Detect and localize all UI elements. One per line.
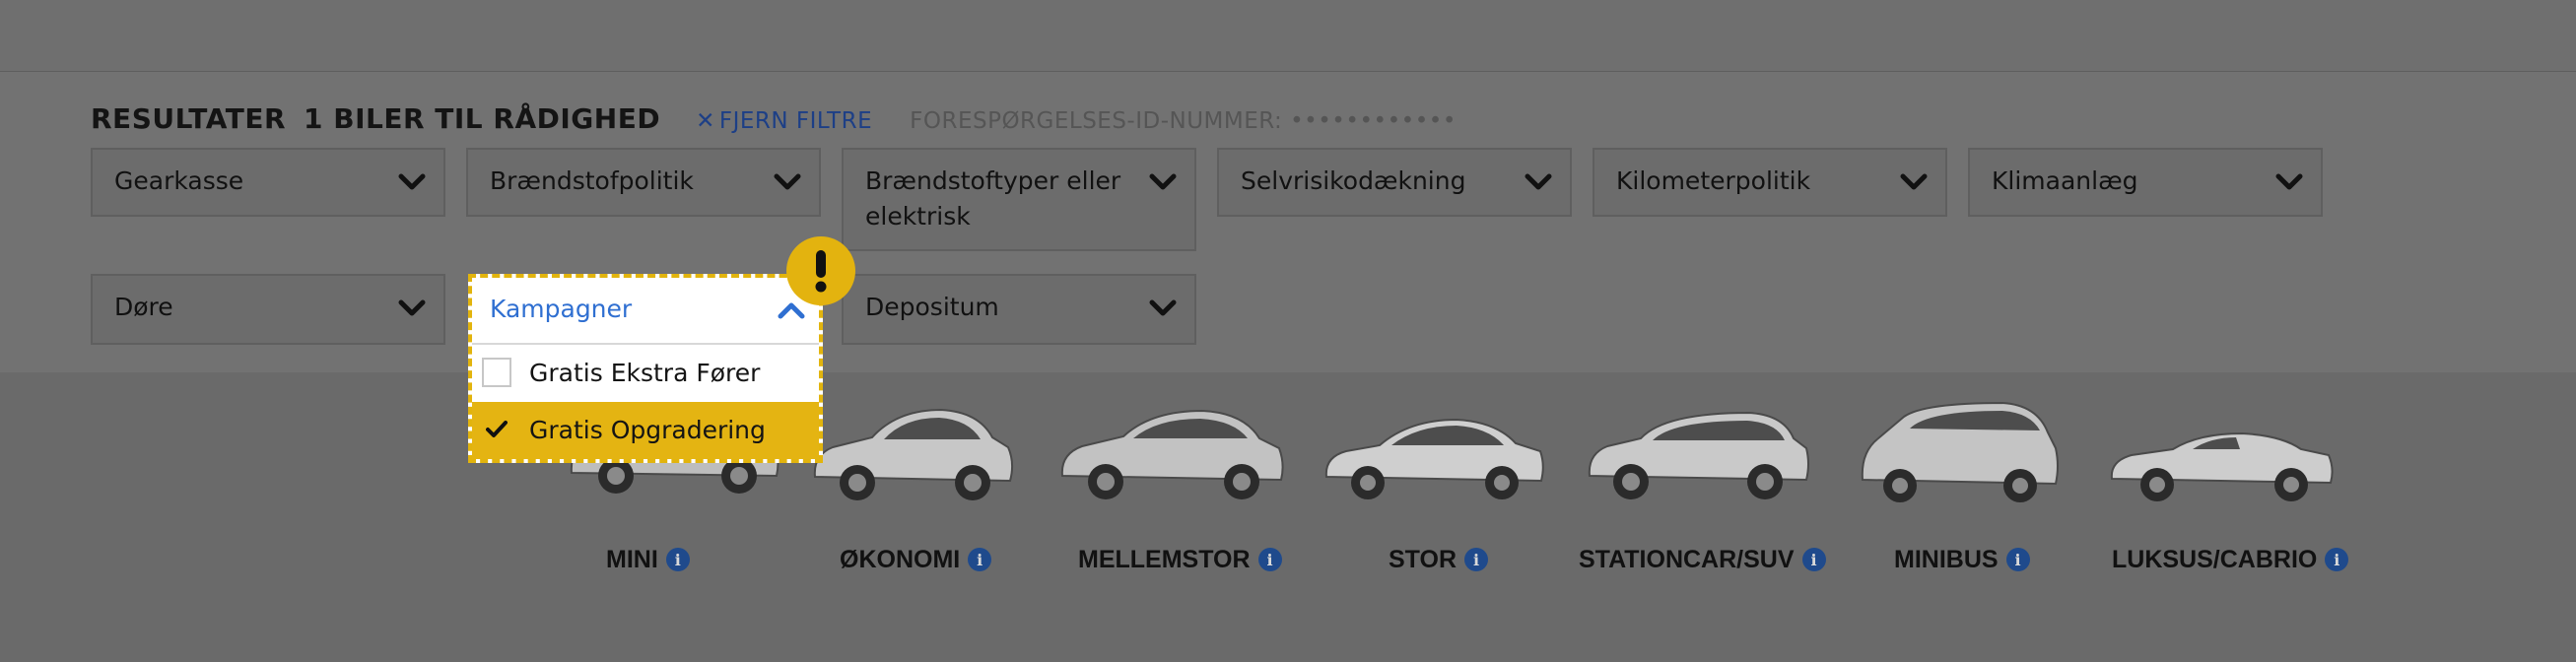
- filter-depositum[interactable]: Depositum: [842, 274, 1196, 345]
- car-image-stationcar: [1582, 389, 1813, 511]
- category-okonomi[interactable]: ØKONOMI i: [840, 543, 992, 576]
- option-gratis-ekstra-forer[interactable]: Gratis Ekstra Fører: [472, 345, 819, 402]
- category-mini[interactable]: MINI i: [606, 543, 690, 576]
- chevron-down-icon: [1149, 298, 1177, 319]
- chevron-down-icon: [398, 171, 426, 193]
- checkmark-icon: [486, 421, 508, 437]
- category-minibus[interactable]: MINIBUS i: [1894, 543, 2030, 576]
- top-bar: [0, 0, 2576, 72]
- chevron-down-icon: [1525, 171, 1552, 193]
- chevron-down-icon: [1900, 171, 1928, 193]
- category-stationcar-suv[interactable]: STATIONCAR/SUV i: [1579, 543, 1826, 576]
- clear-filters-link[interactable]: ✕ FJERN FILTRE: [696, 108, 872, 134]
- filter-label: Selvrisikodækning: [1241, 166, 1466, 195]
- category-luksus-cabrio[interactable]: LUKSUS/CABRIO i: [2112, 543, 2349, 576]
- results-title: RESULTATER: [91, 102, 287, 135]
- category-mellemstor[interactable]: MELLEMSTOR i: [1078, 543, 1282, 576]
- results-header: RESULTATER 1 BILER TIL RÅDIGHED ✕ FJERN F…: [91, 102, 1457, 138]
- dropdown-label: Kampagner: [490, 295, 633, 323]
- close-icon: ✕: [696, 108, 715, 134]
- filter-label: Gearkasse: [114, 166, 244, 195]
- option-label: Gratis Ekstra Fører: [529, 359, 761, 387]
- info-icon[interactable]: i: [665, 548, 690, 571]
- request-id: FORESPØRGELSES-ID-NUMMER: ••••••••••••: [910, 108, 1457, 134]
- filter-selvrisikodaekning[interactable]: Selvrisikodækning: [1217, 148, 1572, 217]
- filter-gearkasse[interactable]: Gearkasse: [91, 148, 445, 217]
- chevron-up-icon: [778, 299, 805, 321]
- filter-label: Depositum: [865, 293, 999, 321]
- results-count: 1 BILER TIL RÅDIGHED: [304, 102, 661, 135]
- filter-label: Døre: [114, 293, 173, 321]
- category-name: LUKSUS/CABRIO: [2112, 545, 2318, 573]
- filter-kilometerpolitik[interactable]: Kilometerpolitik: [1593, 148, 1947, 217]
- option-label: Gratis Opgradering: [529, 416, 766, 444]
- car-image-mellemstor: [1054, 389, 1291, 511]
- chevron-down-icon: [774, 171, 801, 193]
- filter-braendstofpolitik[interactable]: Brændstofpolitik: [466, 148, 821, 217]
- option-gratis-opgradering[interactable]: Gratis Opgradering: [472, 402, 819, 459]
- chevron-down-icon: [2275, 171, 2303, 193]
- info-icon[interactable]: i: [2005, 548, 2030, 571]
- filter-klimaanlaeg[interactable]: Klimaanlæg: [1968, 148, 2323, 217]
- warning-icon: [786, 236, 855, 305]
- info-icon[interactable]: i: [1257, 548, 1282, 571]
- filter-label: Brændstofpolitik: [490, 166, 694, 195]
- kampagner-dropdown[interactable]: Kampagner Gratis Ekstra Fører Gratis Opg…: [468, 274, 823, 463]
- category-name: ØKONOMI: [840, 545, 961, 573]
- car-image-luksus: [2104, 394, 2340, 511]
- info-icon[interactable]: i: [1464, 548, 1488, 571]
- car-image-stor: [1319, 392, 1550, 509]
- filter-braendstoftyper[interactable]: Brændstoftyper eller elektrisk: [842, 148, 1196, 251]
- filter-label: Brændstoftyper eller elektrisk: [865, 166, 1121, 231]
- category-stor[interactable]: STOR i: [1389, 543, 1488, 576]
- category-name: STATIONCAR/SUV: [1579, 545, 1795, 573]
- filter-label: Kilometerpolitik: [1616, 166, 1811, 195]
- info-icon[interactable]: i: [1801, 548, 1826, 571]
- info-icon[interactable]: i: [968, 548, 992, 571]
- info-icon[interactable]: i: [2325, 548, 2349, 571]
- clear-filters-label: FJERN FILTRE: [718, 108, 873, 134]
- checkbox-checked[interactable]: [482, 415, 511, 444]
- kampagner-dropdown-header[interactable]: Kampagner: [472, 278, 819, 345]
- car-image-okonomi: [803, 386, 1020, 513]
- category-name: MELLEMSTOR: [1078, 545, 1251, 573]
- filter-label: Klimaanlæg: [1992, 166, 2138, 195]
- chevron-down-icon: [1149, 171, 1177, 193]
- filter-doere[interactable]: Døre: [91, 274, 445, 345]
- car-image-minibus: [1855, 387, 2062, 514]
- category-name: MINIBUS: [1894, 545, 1999, 573]
- category-name: STOR: [1389, 545, 1457, 573]
- checkbox[interactable]: [482, 358, 511, 387]
- chevron-down-icon: [398, 298, 426, 319]
- category-name: MINI: [606, 545, 658, 573]
